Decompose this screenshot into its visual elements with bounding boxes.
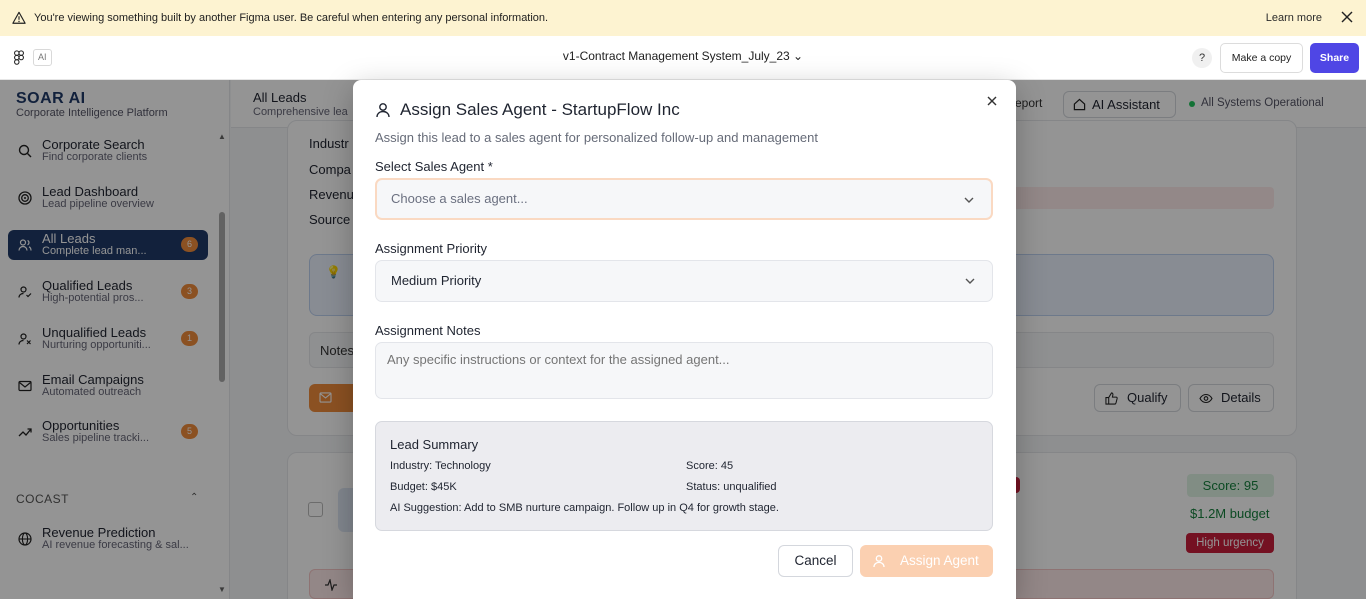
cancel-button[interactable]: Cancel	[778, 545, 853, 577]
summary-industry: Industry: Technology	[390, 460, 491, 472]
user-icon	[873, 555, 885, 568]
priority-select-value: Medium Priority	[391, 273, 482, 288]
close-icon[interactable]	[985, 94, 999, 108]
user-icon	[376, 103, 390, 118]
agent-select-placeholder: Choose a sales agent...	[391, 191, 528, 206]
modal-description: Assign this lead to a sales agent for pe…	[375, 130, 818, 145]
assignment-notes-textarea[interactable]	[375, 342, 993, 399]
learn-more-link[interactable]: Learn more	[1266, 12, 1322, 24]
sales-agent-select[interactable]: Choose a sales agent...	[375, 178, 993, 220]
share-button[interactable]: Share	[1310, 43, 1359, 73]
assign-agent-label: Assign Agent	[900, 553, 979, 568]
summary-score: Score: 45	[686, 460, 734, 472]
figma-warning-banner: You're viewing something built by anothe…	[0, 0, 1366, 36]
chevron-down-icon: ⌄	[793, 49, 804, 63]
priority-select[interactable]: Medium Priority	[375, 260, 993, 302]
assign-agent-modal: Assign Sales Agent - StartupFlow Inc Ass…	[353, 80, 1016, 599]
document-title[interactable]: v1-Contract Management System_July_23 ⌄	[0, 49, 1366, 63]
figma-toolbar: AI v1-Contract Management System_July_23…	[0, 36, 1366, 80]
lead-summary-title: Lead Summary	[390, 437, 479, 452]
make-copy-button[interactable]: Make a copy	[1220, 43, 1303, 73]
lead-summary: Lead Summary Industry: Technology Score:…	[375, 421, 993, 531]
summary-ai-suggestion: AI Suggestion: Add to SMB nurture campai…	[390, 502, 779, 514]
summary-budget: Budget: $45K	[390, 481, 457, 493]
assign-agent-button[interactable]: Assign Agent	[860, 545, 993, 577]
banner-message: You're viewing something built by anothe…	[34, 12, 549, 24]
priority-select-label: Assignment Priority	[375, 241, 487, 256]
chevron-down-icon	[964, 197, 974, 203]
close-icon[interactable]	[1340, 10, 1354, 24]
modal-title: Assign Sales Agent - StartupFlow Inc	[400, 100, 680, 119]
notes-textarea-label: Assignment Notes	[375, 323, 481, 338]
chevron-down-icon	[965, 278, 975, 284]
summary-status: Status: unqualified	[686, 481, 777, 493]
warning-icon	[12, 11, 26, 24]
help-button[interactable]: ?	[1192, 48, 1212, 68]
agent-select-label: Select Sales Agent *	[375, 159, 493, 174]
